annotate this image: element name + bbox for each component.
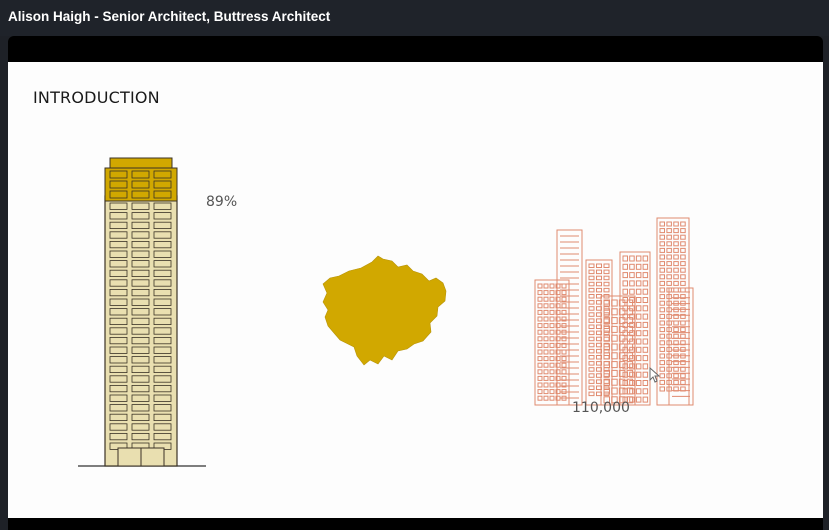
mouse-cursor-icon xyxy=(649,366,661,383)
window-titlebar: Alison Haigh - Senior Architect, Buttres… xyxy=(0,0,829,36)
slide-heading: INTRODUCTION xyxy=(33,88,160,107)
london-map-icon xyxy=(322,255,447,366)
tower-block-icon xyxy=(78,157,206,467)
cluster-count-label: 110,000 xyxy=(572,400,630,416)
video-frame[interactable]: INTRODUCTION 89% 110,000 xyxy=(8,36,823,530)
tower-percentage-label: 89% xyxy=(206,194,238,210)
building-cluster-icon xyxy=(534,217,694,406)
window-title: Alison Haigh - Senior Architect, Buttres… xyxy=(8,9,331,24)
presentation-slide: INTRODUCTION 89% 110,000 xyxy=(8,62,823,518)
